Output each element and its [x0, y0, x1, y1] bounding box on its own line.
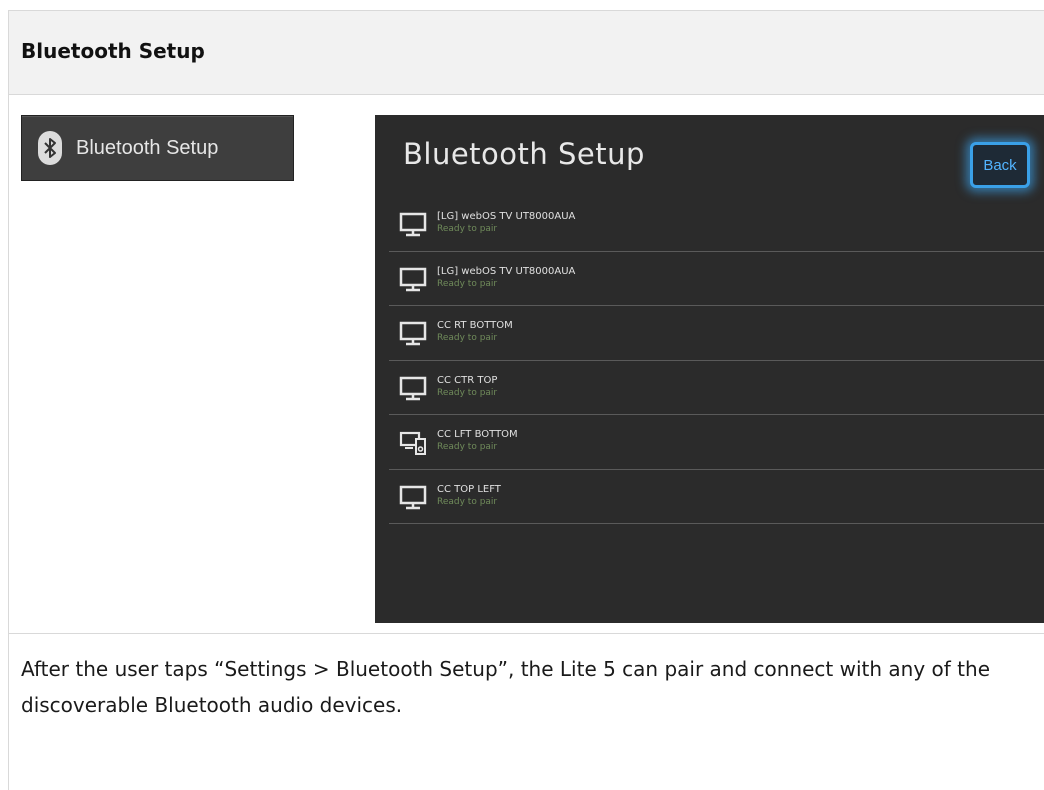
device-status: Ready to pair — [437, 278, 498, 289]
bluetooth-setup-menu-button[interactable]: Bluetooth Setup — [21, 115, 294, 181]
device-status: Ready to pair — [437, 224, 498, 234]
bluetooth-setup-screen: Bluetooth Setup Back [LG] webOS TV UT800… — [375, 115, 1044, 623]
device-name: CC CTR TOP — [437, 374, 498, 386]
monitor-icon — [399, 485, 427, 511]
section-header: Bluetooth Setup — [9, 11, 1044, 95]
device-name: [LG] webOS TV UT8000AUA — [437, 211, 576, 222]
caption-row: After the user taps “Settings > Bluetoot… — [9, 635, 1044, 790]
bluetooth-icon — [38, 131, 62, 165]
device-status: Ready to pair — [437, 333, 498, 343]
back-button[interactable]: Back — [970, 142, 1030, 188]
device-status: Ready to pair — [437, 387, 498, 398]
device-name: [LG] webOS TV UT8000AUA — [437, 265, 576, 277]
device-row[interactable]: CC LFT BOTTOM Ready to pair — [389, 415, 1044, 470]
menu-button-label: Bluetooth Setup — [76, 136, 219, 159]
computer-speaker-icon — [399, 430, 427, 456]
device-row[interactable]: CC TOP LEFT Ready to pair — [389, 470, 1044, 524]
device-row[interactable]: [LG] webOS TV UT8000AUA Ready to pair — [389, 252, 1044, 306]
device-row[interactable]: CC RT BOTTOM Ready to pair — [389, 306, 1044, 361]
document-table: Bluetooth Setup Bluetooth Setup Bluetoot… — [8, 10, 1044, 790]
monitor-icon — [399, 267, 427, 293]
device-status: Ready to pair — [437, 442, 498, 452]
device-status: Ready to pair — [437, 496, 498, 507]
monitor-icon — [399, 212, 427, 238]
device-name: CC TOP LEFT — [437, 483, 501, 495]
monitor-icon — [399, 376, 427, 402]
screenshot-row: Bluetooth Setup Bluetooth Setup Back [LG… — [9, 96, 1044, 634]
back-button-label: Back — [983, 156, 1017, 174]
device-name: CC LFT BOTTOM — [437, 429, 518, 440]
caption-text: After the user taps “Settings > Bluetoot… — [21, 657, 990, 717]
screen-title: Bluetooth Setup — [403, 137, 645, 171]
device-row[interactable]: CC CTR TOP Ready to pair — [389, 361, 1044, 415]
device-name: CC RT BOTTOM — [437, 320, 513, 331]
device-list: [LG] webOS TV UT8000AUA Ready to pair [L… — [389, 197, 1044, 524]
section-title: Bluetooth Setup — [21, 39, 205, 63]
monitor-icon — [399, 321, 427, 347]
device-row[interactable]: [LG] webOS TV UT8000AUA Ready to pair — [389, 197, 1044, 252]
